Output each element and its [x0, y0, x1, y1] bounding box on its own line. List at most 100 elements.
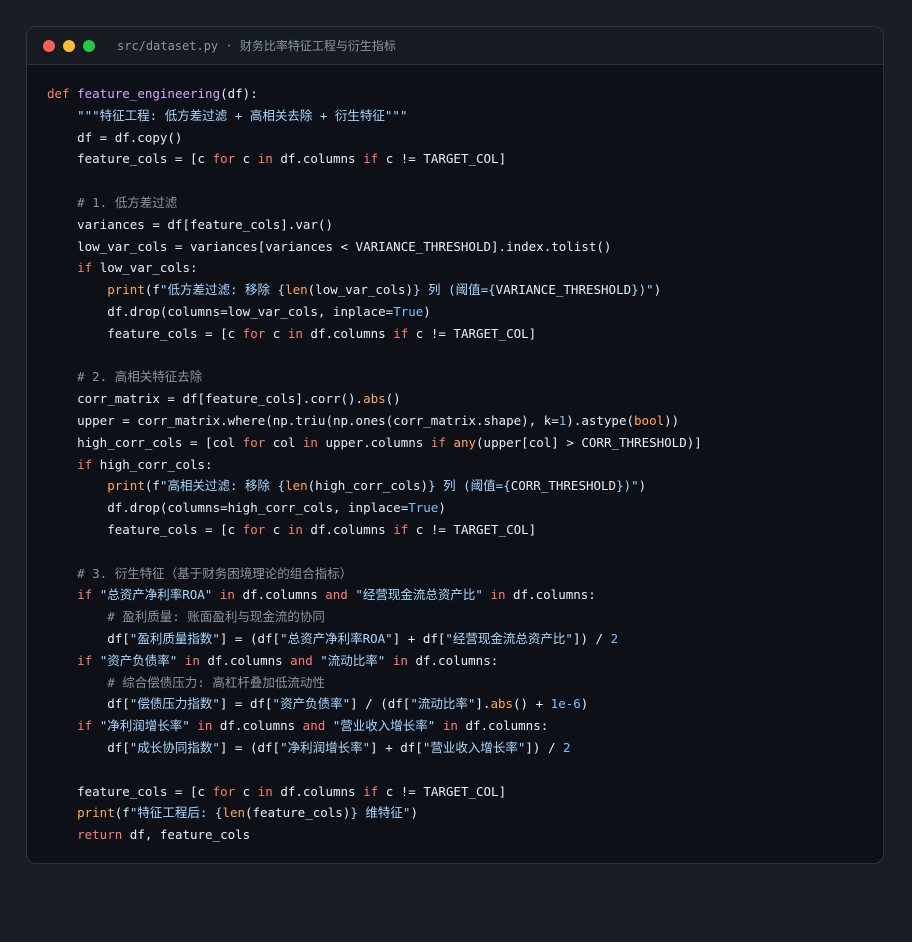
code-line: feature_cols = [c for c in df.columns if…	[47, 781, 883, 803]
code-token: ))	[664, 412, 680, 428]
code-line: upper = corr_matrix.where(np.triu(np.one…	[47, 410, 883, 432]
code-token: if	[77, 260, 93, 276]
code-token: "低方差过滤: 移除 {	[159, 282, 286, 298]
code-token: (low_var_cols)	[307, 282, 413, 298]
code-token: in	[392, 652, 408, 668]
code-token: })"	[616, 478, 639, 494]
code-token: if	[77, 652, 93, 668]
code-token: df[	[47, 630, 130, 646]
code-token: ()	[385, 391, 401, 407]
code-token: df.drop(columns=low_var_cols, inplace=	[47, 303, 394, 319]
code-token: in	[197, 718, 213, 734]
code-token: "净利润增长率"	[280, 739, 371, 755]
code-token: df.columns	[302, 325, 394, 341]
code-token: # 3. 衍生特征（基于财务困境理论的组合指标）	[77, 565, 353, 581]
code-line: corr_matrix = df[feature_cols].corr().ab…	[47, 388, 883, 410]
code-token: c	[235, 151, 258, 167]
code-line: variances = df[feature_cols].var()	[47, 214, 883, 236]
code-token: for	[242, 521, 266, 537]
code-token: feature_cols = [c	[47, 325, 243, 341]
code-line: # 1. 低方差过滤	[47, 192, 883, 214]
code-line: low_var_cols = variances[variances < VAR…	[47, 236, 883, 258]
code-token: print	[77, 805, 115, 821]
code-token: c != TARGET_COL]	[378, 783, 507, 799]
code-token: (df):	[220, 86, 258, 101]
code-token: for	[242, 325, 266, 341]
code-token: True	[393, 303, 424, 319]
code-token: c	[235, 783, 258, 799]
code-token: df[	[47, 739, 130, 755]
code-token: "资产负债率"	[99, 652, 178, 668]
code-line: df = df.copy()	[47, 127, 883, 149]
code-token: df.columns	[234, 587, 326, 603]
code-editor[interactable]: def feature_engineering(df): """特征工程: 低方…	[27, 65, 883, 846]
code-token: c != TARGET_COL]	[378, 151, 507, 167]
code-line: # 盈利质量: 账面盈利与现金流的协同	[47, 606, 883, 628]
code-token: "特征工程后: {	[129, 805, 223, 821]
code-token: )	[410, 805, 418, 821]
code-token: if	[77, 587, 93, 603]
code-line: return df, feature_cols	[47, 824, 883, 846]
code-token: )	[638, 478, 647, 494]
close-dot-icon[interactable]	[43, 39, 55, 52]
code-token: "流动比率"	[410, 696, 476, 712]
code-token: # 2. 高相关特征去除	[77, 369, 203, 385]
code-token: any	[453, 434, 477, 450]
code-line: high_corr_cols = [col for col in upper.c…	[47, 432, 883, 454]
code-line: df.drop(columns=high_corr_cols, inplace=…	[47, 497, 883, 519]
code-token: ).astype(	[566, 412, 635, 428]
code-line: # 综合偿债压力: 高杠杆叠加低流动性	[47, 672, 883, 694]
code-line: if "资产负债率" in df.columns and "流动比率" in d…	[47, 650, 883, 672]
code-line: print(f"低方差过滤: 移除 {len(low_var_cols)} 列 …	[47, 279, 883, 301]
code-token: col	[265, 434, 303, 450]
code-token: df.drop(columns=high_corr_cols, inplace=	[47, 500, 409, 516]
code-line: if "净利润增长率" in df.columns and "营业收入增长率" …	[47, 715, 883, 737]
code-token: high_corr_cols = [col	[47, 434, 243, 450]
code-line: """特征工程: 低方差过滤 + 高相关去除 + 衍生特征"""	[47, 105, 883, 127]
code-token: abs	[363, 391, 386, 407]
code-token: if	[393, 325, 409, 341]
code-token: and	[325, 587, 348, 603]
code-token: )	[653, 282, 662, 298]
maximize-dot-icon[interactable]	[83, 39, 95, 52]
code-token: df[	[47, 696, 130, 712]
code-token: (f	[144, 478, 160, 494]
code-token: variances = df[feature_cols].var()	[47, 216, 333, 232]
code-token: df.columns	[199, 652, 291, 668]
code-token: in	[257, 783, 273, 799]
code-line: feature_cols = [c for c in df.columns if…	[47, 519, 883, 541]
code-line: df.drop(columns=low_var_cols, inplace=Tr…	[47, 301, 883, 323]
code-token: "资产负债率"	[272, 696, 351, 712]
code-token: df.columns	[272, 783, 364, 799]
code-token: def	[47, 86, 78, 101]
code-token: c != TARGET_COL]	[408, 521, 537, 537]
code-token: c	[265, 521, 288, 537]
code-token: low_var_cols = variances[variances < VAR…	[47, 238, 612, 254]
code-token: )	[580, 696, 589, 712]
code-line: print(f"高相关过滤: 移除 {len(high_corr_cols)} …	[47, 475, 883, 497]
code-token: df.columns	[302, 521, 394, 537]
code-line: if "总资产净利率ROA" in df.columns and "经营现金流总…	[47, 584, 883, 606]
code-token: c != TARGET_COL]	[408, 325, 537, 341]
code-token: )	[438, 500, 446, 516]
code-token: for	[212, 151, 236, 167]
code-window: src/dataset.py · 财务比率特征工程与衍生指标 def featu…	[26, 26, 884, 864]
code-token: ]) /	[525, 739, 564, 755]
code-token: upper.columns	[317, 434, 431, 450]
code-token: df.columns	[272, 151, 364, 167]
minimize-dot-icon[interactable]	[63, 39, 75, 52]
code-token: ] / (df[	[350, 696, 411, 712]
code-token: if	[77, 718, 93, 734]
